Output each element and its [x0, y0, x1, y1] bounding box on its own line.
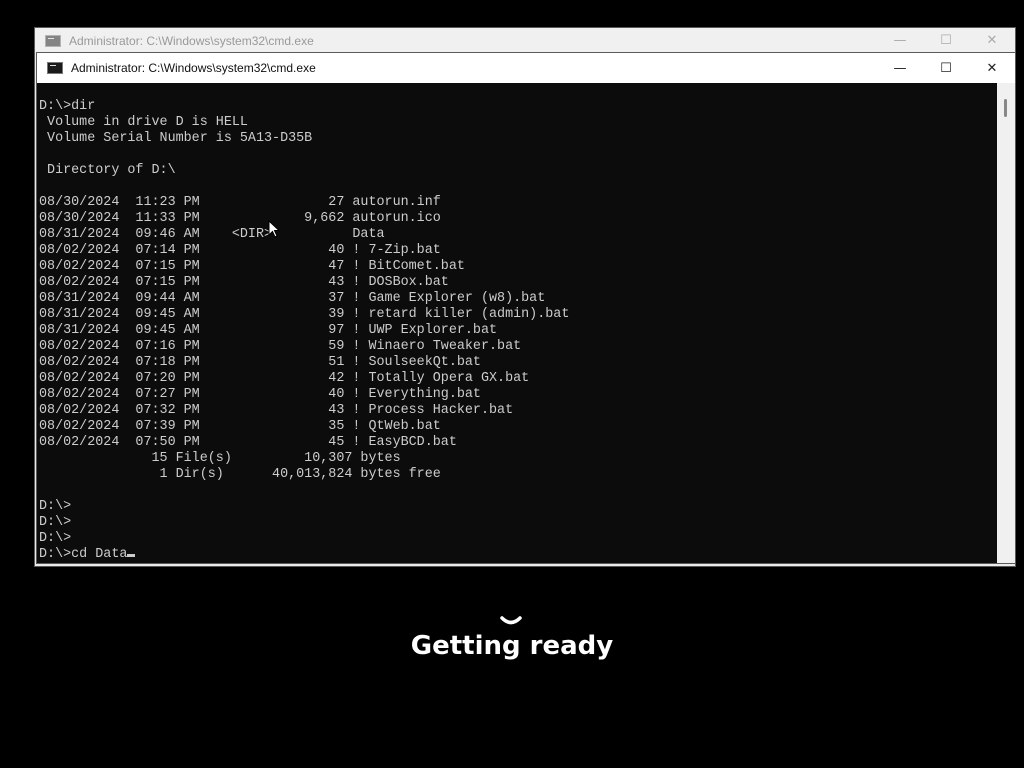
minimize-button[interactable]: — [877, 53, 923, 83]
console-line: 1 Dir(s) 40,013,824 bytes free [39, 467, 441, 482]
maximize-button[interactable]: ☐ [923, 28, 969, 53]
console-line: 08/30/2024 11:23 PM 27 autorun.inf [39, 195, 441, 210]
close-button[interactable]: ✕ [969, 28, 1015, 53]
console-prompt-line[interactable]: D:\>cd Data [39, 547, 997, 563]
background-title-bar[interactable]: Administrator: C:\Windows\system32\cmd.e… [35, 28, 1015, 53]
console-line: 08/31/2024 09:45 AM 39 ! retard killer (… [39, 307, 570, 322]
console-line: D:\> [39, 499, 72, 514]
console-line: Volume Serial Number is 5A13-D35B [39, 131, 313, 146]
console-line: 08/30/2024 11:33 PM 9,662 autorun.ico [39, 211, 441, 226]
console-line: D:\>dir [39, 99, 96, 114]
getting-ready-status: Getting ready [410, 631, 614, 661]
console-line: 08/02/2024 07:18 PM 51 ! SoulseekQt.bat [39, 355, 481, 370]
title-bar[interactable]: Administrator: C:\Windows\system32\cmd.e… [37, 53, 1015, 83]
scrollbar-thumb[interactable] [1004, 99, 1007, 117]
console-line: 08/31/2024 09:45 AM 97 ! UWP Explorer.ba… [39, 323, 498, 338]
console-line: 08/02/2024 07:50 PM 45 ! EasyBCD.bat [39, 435, 457, 450]
window-title: Administrator: C:\Windows\system32\cmd.e… [71, 61, 316, 75]
console-line: Directory of D:\ [39, 163, 176, 178]
console-line: 08/02/2024 07:32 PM 43 ! Process Hacker.… [39, 403, 514, 418]
console-input-text: D:\>cd Data [39, 547, 128, 562]
console-line: 08/02/2024 07:39 PM 35 ! QtWeb.bat [39, 419, 441, 434]
console-line: D:\> [39, 531, 72, 546]
loading-spinner-icon [500, 616, 522, 625]
cmd-icon [45, 34, 61, 47]
background-window-title: Administrator: C:\Windows\system32\cmd.e… [69, 33, 314, 48]
console-output[interactable]: D:\>dir Volume in drive D is HELL Volume… [37, 83, 997, 563]
console-line: 08/31/2024 09:44 AM 37 ! Game Explorer (… [39, 291, 546, 306]
minimize-button[interactable]: — [877, 28, 923, 53]
cmd-window[interactable]: Administrator: C:\Windows\system32\cmd.e… [36, 52, 1016, 564]
close-button[interactable]: ✕ [969, 53, 1015, 83]
console-line: 08/02/2024 07:14 PM 40 ! 7-Zip.bat [39, 243, 441, 258]
console-line: 08/02/2024 07:15 PM 47 ! BitComet.bat [39, 259, 465, 274]
console-line: 08/02/2024 07:20 PM 42 ! Totally Opera G… [39, 371, 530, 386]
text-cursor [127, 554, 136, 557]
console-line: 08/31/2024 09:46 AM <DIR> Data [39, 227, 385, 242]
vertical-scrollbar[interactable] [997, 83, 1015, 563]
console-line: 08/02/2024 07:15 PM 43 ! DOSBox.bat [39, 275, 449, 290]
console-line: 08/02/2024 07:27 PM 40 ! Everything.bat [39, 387, 481, 402]
console-line: Volume in drive D is HELL [39, 115, 248, 130]
maximize-button[interactable]: ☐ [923, 53, 969, 83]
cmd-icon [47, 62, 63, 74]
mouse-pointer-icon [268, 220, 281, 238]
console-line: D:\> [39, 515, 72, 530]
console-line: 15 File(s) 10,307 bytes [39, 451, 401, 466]
console-line: 08/02/2024 07:16 PM 59 ! Winaero Tweaker… [39, 339, 522, 354]
